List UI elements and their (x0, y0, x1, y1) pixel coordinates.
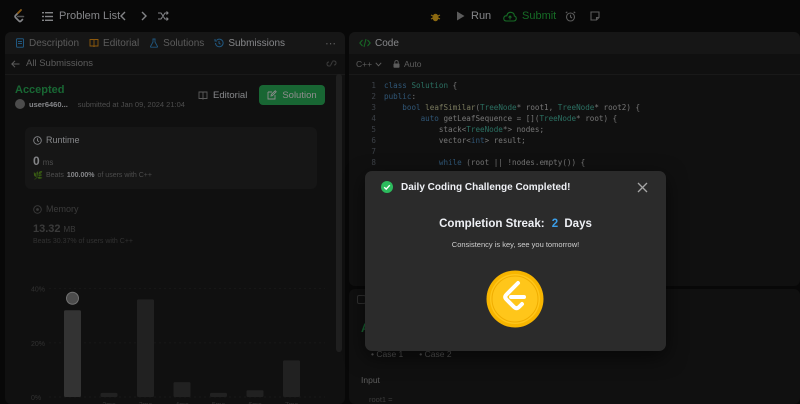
modal-title: Daily Coding Challenge Completed! (401, 181, 571, 193)
close-icon[interactable] (637, 182, 648, 193)
streak-value: 2 (551, 218, 559, 230)
daily-challenge-modal: Daily Coding Challenge Completed! Comple… (365, 171, 666, 351)
streak-unit: Days (564, 218, 592, 230)
check-circle-icon (381, 181, 393, 193)
leetcoin-icon (486, 270, 544, 328)
modal-message: Consistency is key, see you tomorrow! (451, 240, 580, 249)
modal-header: Daily Coding Challenge Completed! (381, 181, 570, 193)
completion-streak: Completion Streak: 2 Days (365, 218, 666, 230)
streak-label: Completion Streak: (439, 218, 545, 230)
